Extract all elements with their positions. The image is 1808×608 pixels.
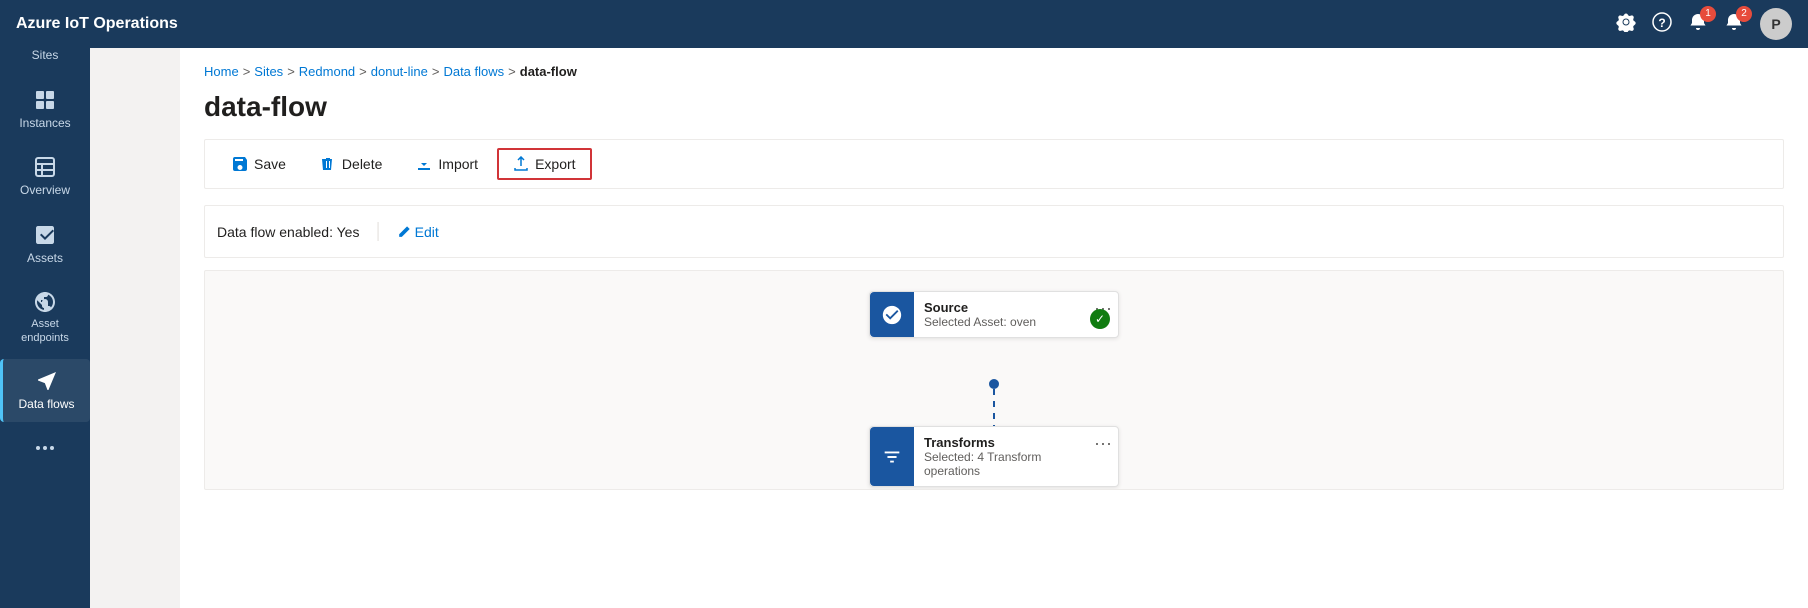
breadcrumb: Home > Sites > Redmond > donut-line > Da… bbox=[204, 64, 1784, 79]
connector-line bbox=[993, 389, 995, 429]
delete-button[interactable]: Delete bbox=[305, 149, 397, 179]
sidebar-item-more[interactable] bbox=[0, 426, 90, 470]
svg-text:?: ? bbox=[1658, 16, 1665, 30]
transforms-node-body: Transforms Selected: 4 Transform operati… bbox=[914, 427, 1088, 486]
export-icon bbox=[513, 156, 529, 172]
connector-dot bbox=[989, 379, 999, 389]
transforms-node-icon bbox=[870, 427, 914, 486]
breadcrumb-data-flows[interactable]: Data flows bbox=[443, 64, 504, 79]
sidebar: Sites Instances Overview Assets Asset en… bbox=[0, 0, 90, 608]
sidebar-label-overview: Overview bbox=[20, 183, 70, 199]
info-bar: Data flow enabled: Yes | Edit bbox=[204, 205, 1784, 258]
notification1-badge: 1 bbox=[1700, 6, 1716, 22]
source-node-title: Source bbox=[924, 300, 1078, 315]
breadcrumb-current: data-flow bbox=[520, 64, 577, 79]
breadcrumb-redmond[interactable]: Redmond bbox=[299, 64, 355, 79]
topbar-icons: ? 1 2 P bbox=[1616, 8, 1792, 40]
help-icon[interactable]: ? bbox=[1652, 12, 1672, 37]
source-node-body: Source Selected Asset: oven bbox=[914, 292, 1088, 337]
export-button[interactable]: Export bbox=[497, 148, 591, 180]
edit-button[interactable]: Edit bbox=[397, 224, 439, 240]
import-icon bbox=[416, 156, 432, 172]
breadcrumb-donut-line[interactable]: donut-line bbox=[371, 64, 428, 79]
transforms-node-title: Transforms bbox=[924, 435, 1078, 450]
sidebar-label-instances: Instances bbox=[19, 116, 70, 132]
toolbar: Save Delete Import Export bbox=[204, 139, 1784, 189]
save-icon bbox=[232, 156, 248, 172]
source-node-check: ✓ bbox=[1090, 309, 1110, 329]
save-button[interactable]: Save bbox=[217, 149, 301, 179]
data-flow-enabled-text: Data flow enabled: Yes bbox=[217, 224, 359, 240]
sidebar-label-asset-endpoints: Asset endpoints bbox=[6, 318, 84, 344]
sidebar-item-assets[interactable]: Assets bbox=[0, 213, 90, 277]
main-content: Home > Sites > Redmond > donut-line > Da… bbox=[180, 48, 1808, 608]
transforms-node-subtitle: Selected: 4 Transform operations bbox=[924, 450, 1078, 478]
notification2-badge: 2 bbox=[1736, 6, 1752, 22]
sidebar-item-overview[interactable]: Overview bbox=[0, 145, 90, 209]
transforms-node-menu[interactable]: ··· bbox=[1088, 427, 1118, 486]
delete-icon bbox=[320, 156, 336, 172]
sidebar-item-data-flows[interactable]: Data flows bbox=[0, 359, 90, 423]
notification2-icon[interactable]: 2 bbox=[1724, 12, 1744, 37]
sidebar-label-data-flows: Data flows bbox=[18, 397, 74, 413]
page-title: data-flow bbox=[204, 91, 1784, 123]
transforms-node[interactable]: Transforms Selected: 4 Transform operati… bbox=[869, 426, 1119, 487]
breadcrumb-sites[interactable]: Sites bbox=[254, 64, 283, 79]
avatar[interactable]: P bbox=[1760, 8, 1792, 40]
notification1-icon[interactable]: 1 bbox=[1688, 12, 1708, 37]
main-wrapper: Home > Sites > Redmond > donut-line > Da… bbox=[180, 48, 1808, 608]
topbar: Azure IoT Operations ? 1 2 P bbox=[0, 0, 1808, 48]
source-node[interactable]: Source Selected Asset: oven ··· ✓ bbox=[869, 291, 1119, 338]
sidebar-label-sites: Sites bbox=[32, 48, 59, 64]
app-title: Azure IoT Operations bbox=[16, 15, 178, 33]
sidebar-item-asset-endpoints[interactable]: Asset endpoints bbox=[0, 280, 90, 354]
sidebar-label-assets: Assets bbox=[27, 251, 63, 267]
import-button[interactable]: Import bbox=[401, 149, 493, 179]
source-node-icon bbox=[870, 292, 914, 337]
source-node-subtitle: Selected Asset: oven bbox=[924, 315, 1078, 329]
edit-icon bbox=[397, 225, 411, 239]
breadcrumb-home[interactable]: Home bbox=[204, 64, 239, 79]
sidebar-item-instances[interactable]: Instances bbox=[0, 78, 90, 142]
settings-icon[interactable] bbox=[1616, 12, 1636, 37]
flow-canvas: Source Selected Asset: oven ··· ✓ Transf… bbox=[204, 270, 1784, 490]
